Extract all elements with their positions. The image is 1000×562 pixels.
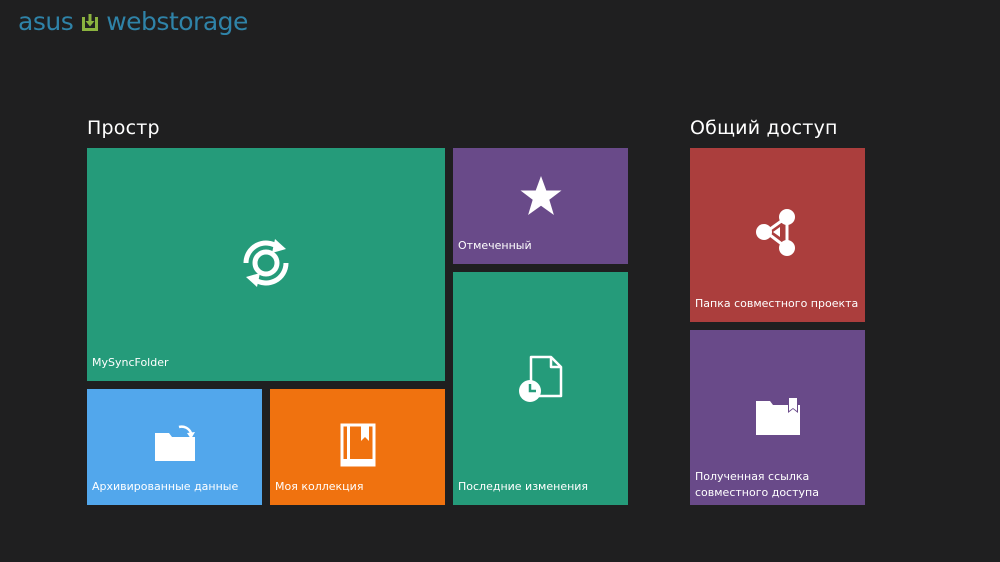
tile-label: Папка совместного проекта [695,297,859,310]
share-icon [753,208,803,262]
tile-label: Моя коллекция [275,480,364,493]
logo-webstorage-text: webstorage [106,7,248,36]
book-icon [339,423,377,471]
tile-label: Архивированные данные [92,480,239,493]
archive-folder-icon [153,423,197,467]
shared-folder-icon [754,395,802,441]
tile-archived-data[interactable]: Архивированные данные [87,389,262,505]
star-icon [519,175,563,221]
tile-label: Последние изменения [458,480,589,493]
recent-file-icon [517,354,565,410]
tile-label: Полученная ссылка совместного доступа [695,469,819,501]
tile-recent-changes[interactable]: Последние изменения [453,272,628,505]
section-title-sharing: Общий доступ [690,117,838,139]
logo-asus-text: asus [18,7,74,36]
tile-label-line1: Полученная ссылка [695,470,810,483]
tile-mysyncfolder[interactable]: MySyncFolder [87,148,445,381]
tile-label: Отмеченный [458,239,532,252]
tile-my-collection[interactable]: Моя коллекция [270,389,445,505]
tile-project-folder[interactable]: Папка совместного проекта [690,148,865,322]
tile-label: MySyncFolder [92,356,169,369]
sync-icon [238,235,294,295]
start-screen: asus webstorage Простр Общий доступ MySy… [0,0,1000,562]
tile-received-shared-link[interactable]: Полученная ссылка совместного доступа [690,330,865,505]
tile-label-line2: совместного доступа [695,486,819,499]
tile-starred[interactable]: Отмеченный [453,148,628,264]
app-logo: asus webstorage [18,5,248,39]
logo-download-icon [79,10,101,34]
section-title-storage: Простр [87,117,160,139]
